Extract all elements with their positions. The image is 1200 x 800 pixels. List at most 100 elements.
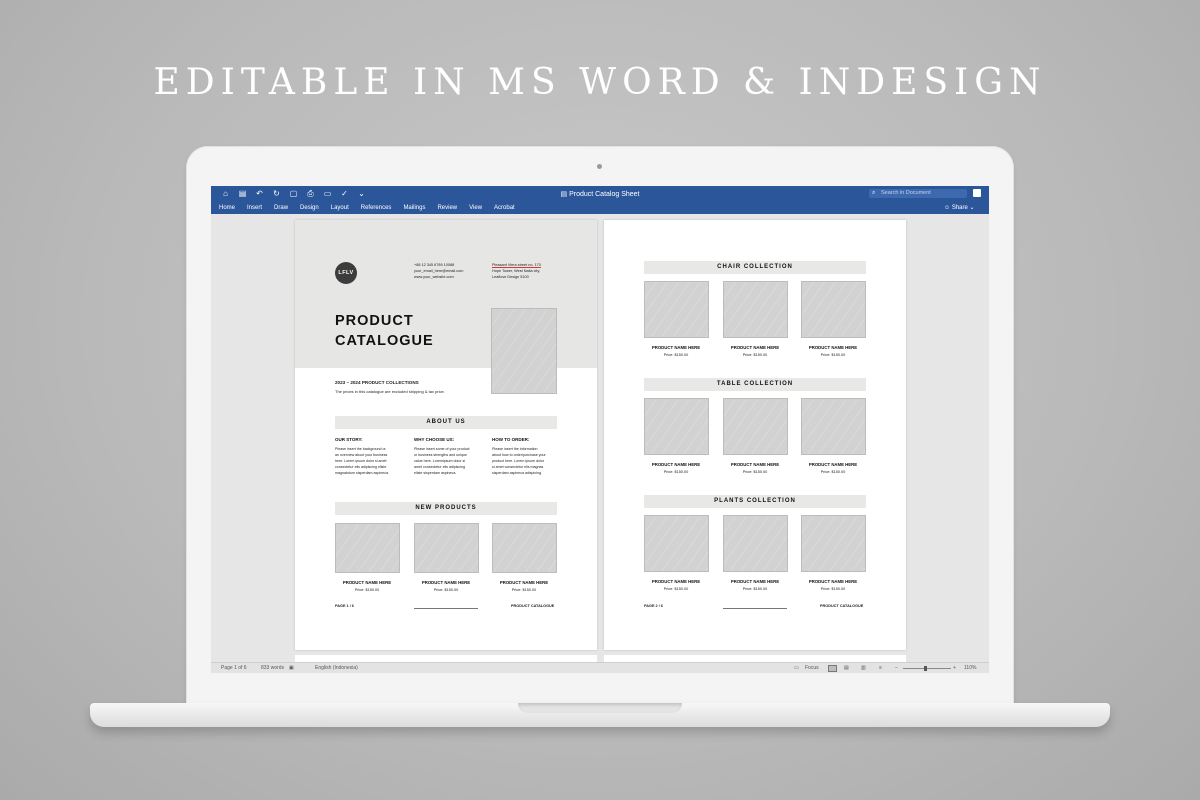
product-price: Price: $150.00 <box>511 588 537 592</box>
product-price: Price: $150.00 <box>663 587 689 591</box>
product-name: PRODUCT NAME HERE <box>808 345 858 350</box>
product-image-placeholder <box>723 281 788 338</box>
zoom-level[interactable]: 110% <box>964 665 976 671</box>
product-price: Price: $150.00 <box>433 588 459 592</box>
document-page-2[interactable]: CHAIR COLLECTION PRODUCT NAME HERE PRODU… <box>604 220 906 650</box>
word-count[interactable]: 833 words <box>261 665 284 671</box>
col-2-line: eliste sisperdam aspineca. <box>414 471 457 475</box>
product-name: PRODUCT NAME HERE <box>651 462 701 467</box>
word-window: ⌂ ▤ ↶ ↻ ▢ ⎙ ▭ ✓ ⌄ ▤ Product Catalog Shee… <box>211 186 989 673</box>
address-line-3: Leaflove Design 5100 <box>492 275 529 279</box>
product-name: PRODUCT NAME HERE <box>808 462 858 467</box>
product-image-placeholder <box>644 398 709 455</box>
product-price: Price: $150.00 <box>663 470 689 474</box>
page-number: PAGE 2 / 6 <box>644 604 663 608</box>
about-us-bar: ABOUT US <box>335 416 557 429</box>
product-price: Price: $150.00 <box>354 588 380 592</box>
product-name: PRODUCT NAME HERE <box>651 579 701 584</box>
contact-block: +88 12 345 6789 10088 your_email_here@em… <box>414 262 463 280</box>
product-price: Price: $150.00 <box>742 470 768 474</box>
new-products-bar: NEW PRODUCTS <box>335 502 557 515</box>
profile-icon[interactable] <box>973 189 981 197</box>
col-1-heading: OUR STORY: <box>335 437 363 442</box>
product-name: PRODUCT NAME HERE <box>421 580 471 585</box>
zoom-slider[interactable] <box>903 668 951 669</box>
word-doc-icon: ▤ <box>560 191 568 198</box>
search-icon: ⌕ <box>872 190 876 196</box>
focus-icon[interactable]: ▭ <box>794 665 799 671</box>
share-label: Share <box>951 205 968 211</box>
page-count[interactable]: Page 1 of 6 <box>221 665 247 671</box>
hero-image-placeholder <box>491 308 557 394</box>
product-name: PRODUCT NAME HERE <box>651 345 701 350</box>
footer-title: PRODUCT CATALOGUE <box>820 604 864 608</box>
col-1-body: Please insert the background or an overv… <box>335 446 399 476</box>
web-layout-icon[interactable]: ▥ <box>861 665 866 671</box>
outline-icon[interactable]: ≡ <box>879 665 882 671</box>
zoom-out-button[interactable]: − <box>895 665 898 671</box>
logo: LFLV <box>335 262 357 284</box>
search-input[interactable]: ⌕ Search in Document <box>869 189 967 198</box>
ribbon-tab-layout[interactable]: Layout <box>331 205 349 211</box>
product-name: PRODUCT NAME HERE <box>730 345 780 350</box>
focus-button[interactable]: Focus <box>805 665 819 671</box>
col-3-body: Please insert the information about how … <box>492 446 556 476</box>
page-number: PAGE 1 / 6 <box>335 604 354 608</box>
language[interactable]: English (Indonesia) <box>315 665 358 671</box>
ribbon-tab-references[interactable]: References <box>361 205 392 211</box>
chair-collection-bar: CHAIR COLLECTION <box>644 261 866 274</box>
share-button[interactable]: ☺ Share ⌄ <box>944 204 975 211</box>
product-image-placeholder <box>801 398 866 455</box>
product-image-placeholder <box>644 515 709 572</box>
product-image-placeholder <box>723 398 788 455</box>
ribbon-tab-design[interactable]: Design <box>300 205 319 211</box>
product-price: Price: $150.00 <box>820 587 846 591</box>
document-title-text: Product Catalog Sheet <box>569 191 640 198</box>
product-price: Price: $150.00 <box>742 353 768 357</box>
collections-note: The prices in this catalogue are exclude… <box>335 389 445 394</box>
collections-heading: 2023 – 2024 PRODUCT COLLECTIONS <box>335 380 419 385</box>
ribbon-tab-insert[interactable]: Insert <box>247 205 262 211</box>
product-image-placeholder <box>414 523 479 573</box>
product-price: Price: $150.00 <box>820 353 846 357</box>
product-name: PRODUCT NAME HERE <box>342 580 392 585</box>
col-1-line: magnabdum sisperdam aspineca. <box>335 471 389 475</box>
col-2-heading: WHY CHOOSE US: <box>414 437 455 442</box>
footer-title: PRODUCT CATALOGUE <box>511 604 555 608</box>
product-image-placeholder <box>492 523 557 573</box>
col-2-body: Please insert some of your product or bu… <box>414 446 478 476</box>
product-name: PRODUCT NAME HERE <box>730 462 780 467</box>
product-image-placeholder <box>644 281 709 338</box>
document-page-1[interactable]: LFLV +88 12 345 6789 10088 your_email_he… <box>295 220 597 650</box>
product-name: PRODUCT NAME HERE <box>499 580 549 585</box>
title-line-1: PRODUCT <box>335 313 414 329</box>
product-image-placeholder <box>801 515 866 572</box>
read-mode-icon[interactable]: ▤ <box>844 665 849 671</box>
ribbon-tabs: Home Insert Draw Design Layout References Mail… <box>219 205 515 211</box>
person-add-icon: ☺ <box>944 205 951 211</box>
table-collection-bar: TABLE COLLECTION <box>644 378 866 391</box>
zoom-slider-handle[interactable] <box>924 666 927 671</box>
print-layout-icon[interactable] <box>828 665 837 672</box>
product-image-placeholder <box>801 281 866 338</box>
col-3-heading: HOW TO ORDER: <box>492 437 530 442</box>
title-bar: ⌂ ▤ ↶ ↻ ▢ ⎙ ▭ ✓ ⌄ ▤ Product Catalog Shee… <box>211 186 989 214</box>
product-name: PRODUCT NAME HERE <box>808 579 858 584</box>
page-title: PRODUCT CATALOGUE <box>335 311 434 351</box>
proofing-icon[interactable]: ▣ <box>289 665 294 671</box>
title-line-2: CATALOGUE <box>335 333 434 349</box>
footer-divider <box>414 608 478 609</box>
product-price: Price: $150.00 <box>742 587 768 591</box>
contact-web: www.your_website.com <box>414 275 454 279</box>
ribbon-tab-view[interactable]: View <box>469 205 482 211</box>
laptop-notch <box>518 703 682 713</box>
ribbon-tab-review[interactable]: Review <box>437 205 457 211</box>
ribbon-tab-mailings[interactable]: Mailings <box>403 205 425 211</box>
ribbon-tab-draw[interactable]: Draw <box>274 205 288 211</box>
address-block: Pleasant Viera street no. 170 Hope Tower… <box>492 262 541 280</box>
ribbon-tab-home[interactable]: Home <box>219 205 235 211</box>
product-price: Price: $150.00 <box>820 470 846 474</box>
zoom-in-button[interactable]: + <box>953 665 956 671</box>
status-bar: Page 1 of 6 833 words ▣ English (Indones… <box>211 662 989 673</box>
ribbon-tab-acrobat[interactable]: Acrobat <box>494 205 515 211</box>
